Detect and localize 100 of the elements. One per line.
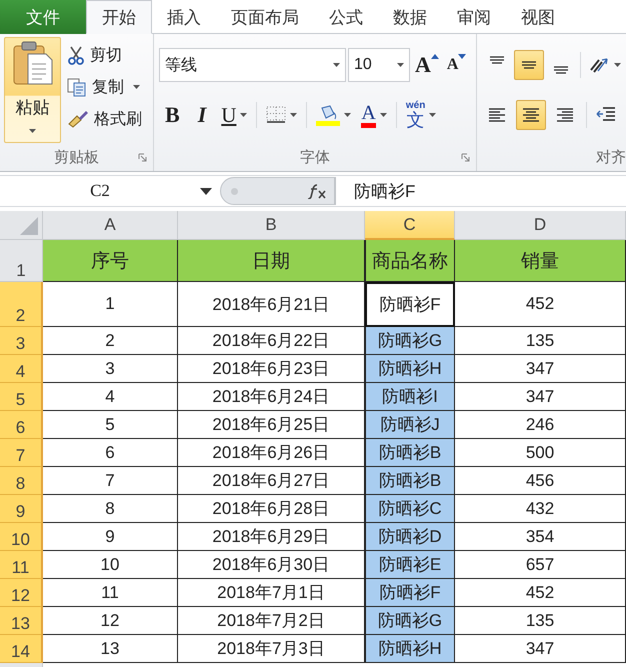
align-lines-icon bbox=[521, 61, 537, 69]
header-cell: 日期 bbox=[178, 240, 365, 282]
row-header[interactable]: 12 bbox=[0, 579, 43, 607]
ribbon-tab[interactable]: 页面布局 bbox=[216, 0, 314, 34]
column-header[interactable]: D bbox=[455, 211, 626, 240]
row-header[interactable]: 6 bbox=[0, 411, 43, 439]
dialog-launcher-icon[interactable] bbox=[461, 153, 470, 162]
group-label: 剪贴板 bbox=[54, 148, 99, 166]
down-triangle-icon bbox=[458, 54, 466, 59]
up-triangle-icon bbox=[430, 54, 439, 59]
row-header[interactable]: 13 bbox=[0, 607, 43, 635]
table-cell: 6 bbox=[43, 439, 178, 467]
ribbon-tab[interactable]: 视图 bbox=[506, 0, 570, 34]
table-cell: 防晒衫I bbox=[365, 383, 455, 411]
caret-icon bbox=[333, 63, 340, 67]
caret-icon bbox=[133, 85, 140, 89]
italic-button[interactable]: I bbox=[190, 100, 214, 130]
resize-handle[interactable] bbox=[231, 188, 238, 194]
table-cell: 12 bbox=[43, 607, 178, 635]
cut-button[interactable]: 剪切 bbox=[67, 42, 142, 68]
column-header[interactable]: C bbox=[365, 211, 455, 240]
table-cell: 防晒衫F bbox=[365, 579, 455, 607]
table-cell: 8 bbox=[43, 495, 178, 523]
table-cell: 2018年6月27日 bbox=[178, 467, 365, 495]
table-cell: 347 bbox=[455, 635, 626, 663]
caret-icon bbox=[397, 63, 404, 67]
group-label: 对齐 bbox=[596, 148, 626, 166]
table-cell: 2018年6月30日 bbox=[178, 551, 365, 579]
function-icon[interactable] bbox=[308, 183, 328, 199]
table-cell: 246 bbox=[455, 411, 626, 439]
caret-icon bbox=[614, 63, 621, 67]
format-painter-button[interactable]: 格式刷 bbox=[67, 106, 142, 132]
ribbon-tab[interactable]: 公式 bbox=[314, 0, 378, 34]
caret-icon bbox=[380, 113, 387, 117]
header-cell: 销量 bbox=[455, 240, 626, 282]
dialog-launcher-icon[interactable] bbox=[138, 153, 147, 162]
row-header[interactable]: 3 bbox=[0, 327, 43, 355]
align-lines-icon bbox=[553, 66, 569, 74]
ribbon-tab[interactable]: 开始 bbox=[86, 0, 152, 34]
row-header[interactable]: 4 bbox=[0, 355, 43, 383]
dropdown-arrow-icon[interactable] bbox=[200, 188, 212, 194]
row-header[interactable]: 11 bbox=[0, 551, 43, 579]
name-box[interactable]: C2 bbox=[0, 177, 220, 205]
table-cell: 13 bbox=[43, 635, 178, 663]
grow-font-button[interactable]: A bbox=[412, 50, 442, 80]
column-header[interactable]: A bbox=[43, 211, 178, 240]
table-cell: 11 bbox=[43, 579, 178, 607]
table-cell: 657 bbox=[455, 551, 626, 579]
table-cell: 2018年7月1日 bbox=[178, 579, 365, 607]
ribbon-tab[interactable]: 数据 bbox=[378, 0, 442, 34]
table-cell: 354 bbox=[455, 523, 626, 551]
bold-button[interactable]: B bbox=[159, 100, 186, 130]
font-size-field[interactable]: 10 bbox=[348, 48, 410, 82]
table-cell: 452 bbox=[455, 282, 626, 327]
table-cell: 1 bbox=[43, 282, 178, 327]
caret-icon bbox=[29, 129, 36, 133]
ribbon-tab[interactable]: 审阅 bbox=[442, 0, 506, 34]
table-cell: 347 bbox=[455, 355, 626, 383]
row-header[interactable]: 14 bbox=[0, 635, 43, 663]
table-cell: 2018年7月2日 bbox=[178, 607, 365, 635]
file-tab[interactable]: 文件 bbox=[0, 0, 86, 34]
paste-button[interactable]: 粘贴 bbox=[4, 37, 61, 143]
row-header[interactable]: 9 bbox=[0, 495, 43, 523]
caret-icon bbox=[290, 113, 298, 117]
table-cell: 135 bbox=[455, 327, 626, 355]
underline-button[interactable]: U bbox=[218, 100, 250, 130]
vertical-align-button[interactable] bbox=[514, 50, 544, 80]
phonetic-guide-button[interactable]: wén 文 bbox=[402, 100, 440, 130]
header-cell: 商品名称 bbox=[365, 240, 455, 282]
row-header[interactable]: 1 bbox=[0, 240, 43, 282]
caret-icon bbox=[429, 113, 436, 117]
indent-icon bbox=[596, 106, 616, 124]
font-name-field[interactable]: 等线 bbox=[159, 48, 346, 82]
horizontal-align-button[interactable] bbox=[516, 100, 546, 130]
borders-icon bbox=[266, 106, 286, 124]
table-cell: 防晒衫D bbox=[365, 523, 455, 551]
row-header[interactable]: 2 bbox=[0, 282, 43, 327]
table-cell: 防晒衫B bbox=[365, 439, 455, 467]
font-color-button[interactable]: A bbox=[358, 100, 390, 130]
header-cell: 序号 bbox=[43, 240, 178, 282]
table-cell: 2018年6月26日 bbox=[178, 439, 365, 467]
copy-icon bbox=[67, 77, 87, 97]
copy-button[interactable]: 复制 bbox=[67, 74, 142, 100]
row-header[interactable]: 5 bbox=[0, 383, 43, 411]
row-header[interactable]: 8 bbox=[0, 467, 43, 495]
table-cell: 防晒衫C bbox=[365, 495, 455, 523]
shrink-font-button[interactable]: A bbox=[444, 50, 470, 80]
row-header[interactable]: 7 bbox=[0, 439, 43, 467]
formula-input[interactable]: 防晒衫F bbox=[335, 177, 626, 205]
triangle-icon bbox=[19, 216, 39, 236]
row-header[interactable]: 10 bbox=[0, 523, 43, 551]
table-cell: 2018年7月3日 bbox=[178, 635, 365, 663]
column-header[interactable]: B bbox=[178, 211, 365, 240]
table-cell: 452 bbox=[455, 579, 626, 607]
table-cell: 347 bbox=[455, 383, 626, 411]
table-cell: 500 bbox=[455, 439, 626, 467]
table-cell: 10 bbox=[43, 551, 178, 579]
table-cell: 456 bbox=[455, 467, 626, 495]
ribbon-tab[interactable]: 插入 bbox=[152, 0, 216, 34]
table-cell: 9 bbox=[43, 523, 178, 551]
